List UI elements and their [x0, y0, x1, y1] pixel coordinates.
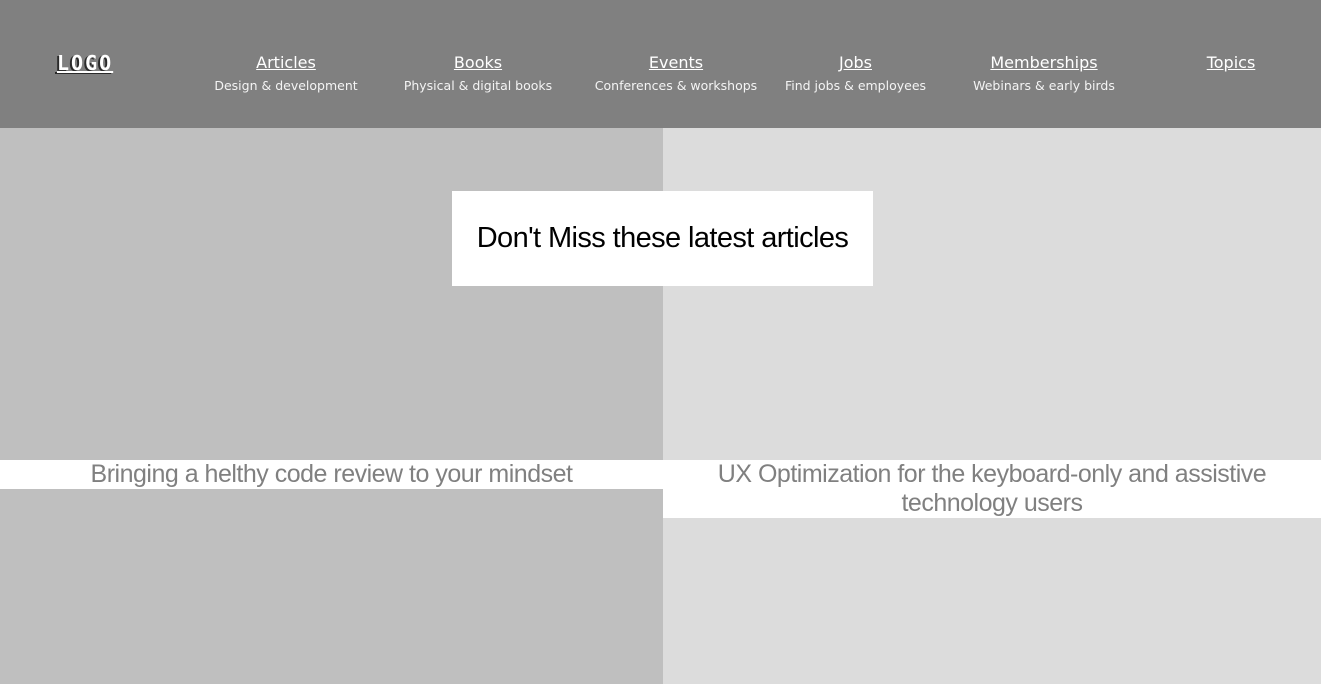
- nav-label-articles[interactable]: Articles: [213, 51, 359, 75]
- nav-label-jobs[interactable]: Jobs: [783, 51, 928, 75]
- article-title-ux-optimization[interactable]: UX Optimization for the keyboard-only an…: [663, 460, 1321, 518]
- nav-desc-jobs: Find jobs & employees: [784, 78, 927, 93]
- nav-desc-events: Conferences & workshops: [594, 78, 758, 93]
- site-header: LOGO Articles Design & development Books…: [0, 0, 1321, 128]
- nav-item-events[interactable]: Events Conferences & workshops: [593, 51, 759, 97]
- nav-desc-books: Physical & digital books: [403, 78, 553, 93]
- articles-section: Don't Miss these latest articles Bringin…: [0, 128, 1321, 684]
- nav-item-memberships[interactable]: Memberships Webinars & early birds: [972, 51, 1116, 97]
- nav-item-jobs[interactable]: Jobs Find jobs & employees: [783, 51, 928, 97]
- nav-label-memberships[interactable]: Memberships: [972, 51, 1116, 75]
- section-heading: Don't Miss these latest articles: [452, 191, 873, 286]
- nav-item-books[interactable]: Books Physical & digital books: [403, 51, 553, 97]
- nav-desc-articles: Design & development: [214, 78, 358, 93]
- article-title-code-review[interactable]: Bringing a helthy code review to your mi…: [0, 460, 663, 489]
- nav-label-topics[interactable]: Topics: [1196, 51, 1266, 75]
- nav-label-books[interactable]: Books: [403, 51, 553, 75]
- nav-label-events[interactable]: Events: [593, 51, 759, 75]
- nav-item-articles[interactable]: Articles Design & development: [213, 51, 359, 97]
- logo-link[interactable]: LOGO: [57, 51, 113, 75]
- nav-item-topics[interactable]: Topics: [1196, 51, 1266, 75]
- nav-desc-memberships: Webinars & early birds: [973, 78, 1115, 93]
